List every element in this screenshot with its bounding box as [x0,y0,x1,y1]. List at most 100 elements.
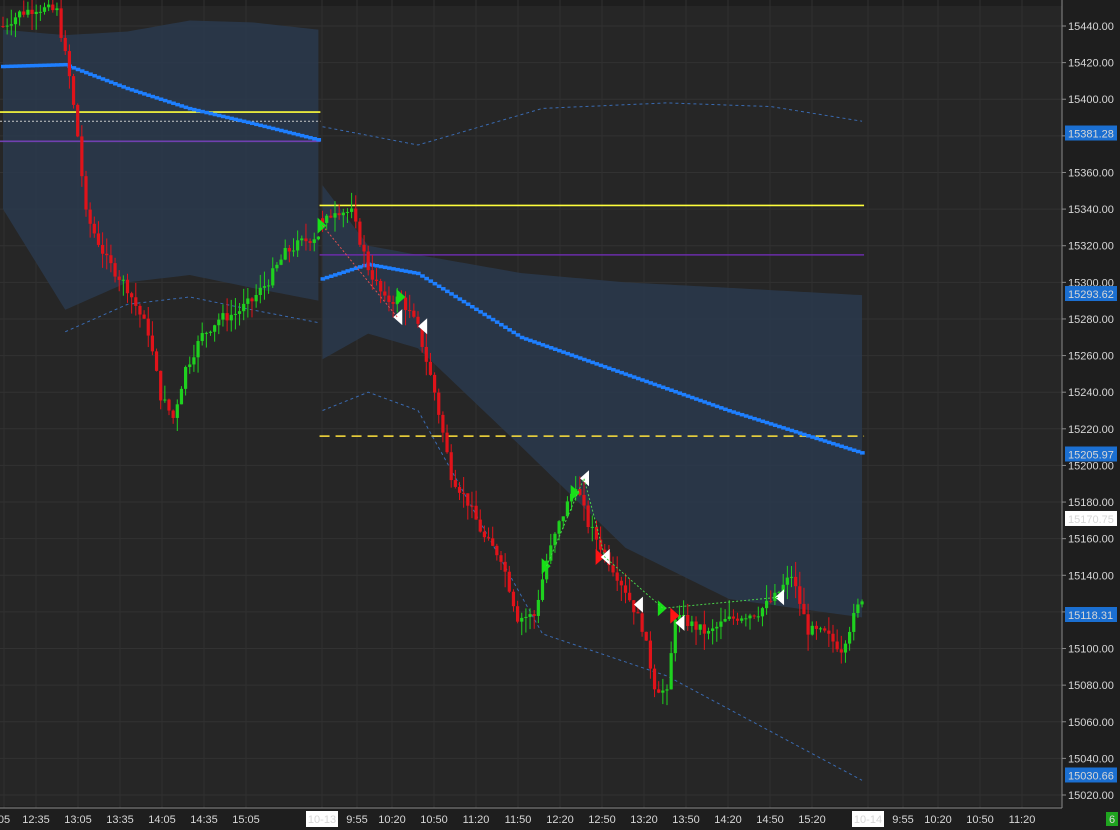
vwap-step [590,360,595,365]
candle-body [752,615,756,617]
vwap-step [250,121,255,126]
candle-body [13,17,18,25]
candle-body [503,561,507,572]
vwap-step [826,440,832,445]
candle-body [723,619,727,622]
candle-body [856,604,860,613]
vwap-step [548,346,554,350]
price-tag-label: 15030.66 [1068,770,1114,782]
vwap-step [171,101,176,106]
vwap-step [137,90,143,95]
vwap-step [287,130,292,135]
price-axis-panel[interactable] [1062,0,1120,830]
candle-body [611,565,615,573]
vwap-step [30,63,35,68]
price-tag-label: 15205.97 [1068,449,1114,461]
candle-body [428,361,433,375]
candle-body [536,599,540,616]
x-tick-label: 14:20 [714,814,742,826]
candle-body [383,291,387,296]
vwap-step [739,412,745,417]
x-tick-label: 10:20 [378,814,406,826]
candle-body [669,653,673,690]
vwap-step [378,264,384,269]
vwap-step [544,344,550,349]
candle-body [275,264,279,269]
candle-body [561,516,565,522]
vwap-step [25,64,31,68]
svg-text:6: 6 [1109,814,1115,826]
candle-body [690,621,694,626]
candle-body [304,238,308,242]
price-tag-label: 15170.75 [1068,514,1114,526]
candle-body [225,313,229,321]
vwap-step [283,129,288,134]
vwap-step [303,134,309,139]
vwap-step [644,379,649,384]
vwap-step [652,382,658,387]
candle-body [835,641,839,650]
candle-body [499,555,503,562]
vwap-step [847,447,853,451]
vwap-step [254,122,259,127]
price-chart[interactable]: 15440.0015420.0015400.0015380.0015360.00… [0,0,1120,830]
vwap-step [295,132,301,137]
candle-body [88,209,92,224]
vwap-step [482,312,488,317]
candle-body [188,364,192,368]
y-tick-label: 15200.00 [1068,460,1114,472]
candle-body [246,298,250,304]
candle-body [279,259,283,265]
vwap-step [316,138,322,142]
x-tick-label: 12:50 [588,814,616,826]
vwap-step [92,74,97,78]
candle-body [51,4,55,11]
candle-body [860,601,864,605]
candle-body [731,616,735,619]
y-tick-label: 15100.00 [1068,644,1114,656]
vwap-step [569,353,575,357]
vwap-step [299,133,305,138]
vwap-step [46,63,52,67]
candle-body [105,253,109,256]
x-tick-label: 12:35 [22,814,50,826]
candle-body [648,640,652,669]
time-axis-ticks[interactable]: 05 12:35 13:05 13:35 14:05 14:35 15:05 10-13 9:5… [0,811,1035,827]
candle-body [109,255,113,264]
candle-body [258,287,262,296]
candle-body [408,310,412,312]
candle-body [827,630,831,634]
candle-body [1,26,5,27]
y-tick-label: 15400.00 [1068,94,1114,106]
vwap-step [266,125,272,130]
vwap-step [79,69,85,73]
vwap-step [175,102,180,107]
candle-body [213,325,217,332]
x-tick-label: 11:20 [1009,814,1036,826]
vwap-step [416,271,421,276]
vwap-step [291,131,297,136]
candle-body [661,690,665,693]
candle-body [810,625,814,635]
vwap-step [677,391,683,395]
candle-body [582,494,586,506]
vwap-step [801,432,807,437]
vwap-step [756,418,761,422]
candle-body [433,374,437,393]
vwap-step [478,310,483,314]
candle-body [839,649,843,653]
vwap-step [552,347,558,351]
vwap-step [490,317,496,322]
candle-body [445,432,449,453]
candle-body [644,631,648,641]
vwap-step [685,394,691,398]
vwap-step [777,424,782,429]
candle-body [391,301,395,304]
vwap-step [241,119,247,124]
candle-body [254,295,258,302]
vwap-step [831,441,836,446]
x-tick-label: 11:50 [505,814,532,826]
vwap-step [623,372,629,376]
x-tick-label: 10:20 [924,814,952,826]
vwap-step [718,406,724,410]
